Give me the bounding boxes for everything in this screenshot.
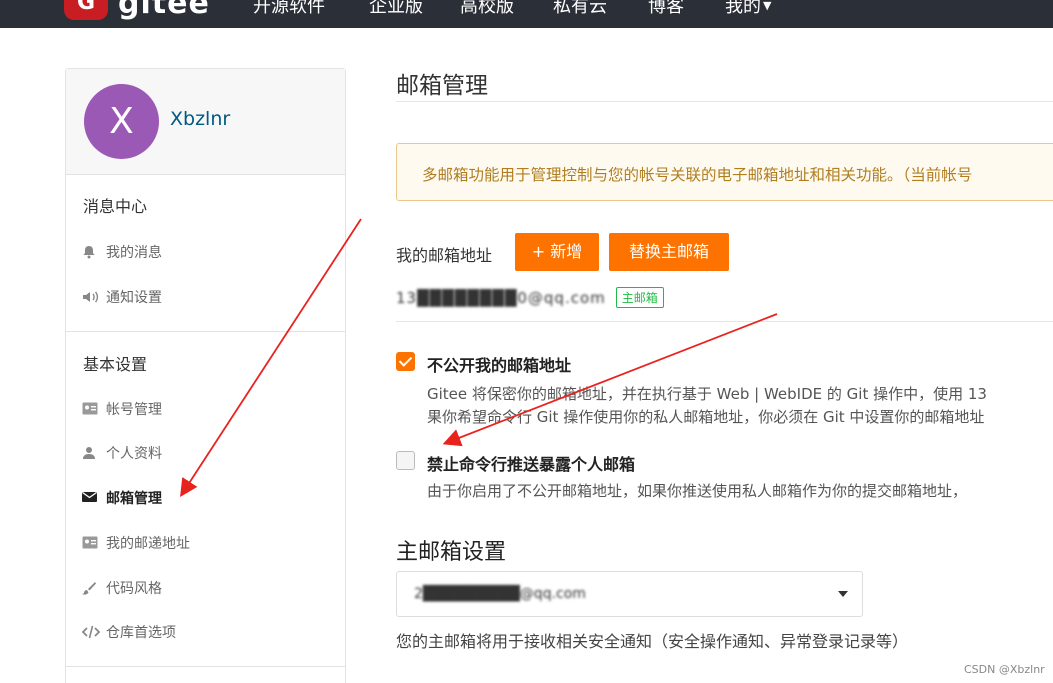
- sidebar-item-repo-preferences[interactable]: 仓库首选项: [81, 622, 176, 642]
- block-push-desc: 由于你启用了不公开邮箱地址，如果你推送使用私人邮箱作为你的提交邮箱地址，: [427, 482, 968, 500]
- group-title-messages: 消息中心: [83, 197, 148, 216]
- address-card-icon: [82, 536, 100, 550]
- sidebar-item-postal-address[interactable]: 我的邮递地址: [82, 533, 190, 553]
- code-icon: [81, 625, 101, 639]
- group-divider: [66, 666, 345, 667]
- username-link[interactable]: Xbzlnr: [170, 108, 230, 130]
- hide-email-desc-line1: Gitee 将保密你的邮箱地址，并在执行基于 Web | WebIDE 的 Gi…: [427, 385, 987, 403]
- title-divider: [396, 101, 1053, 102]
- sidebar-item-label: 通知设置: [106, 290, 162, 306]
- nav-item-mine[interactable]: 我的 ▼: [725, 0, 771, 18]
- sidebar-item-profile[interactable]: 个人资料: [82, 443, 162, 463]
- sidebar-item-my-messages[interactable]: 我的消息: [82, 242, 162, 262]
- nav-item-mine-label: 我的: [725, 0, 761, 17]
- group-title-basic-settings: 基本设置: [83, 355, 148, 374]
- id-card-icon: [82, 402, 100, 416]
- sidebar-item-email-management[interactable]: 邮箱管理: [82, 488, 162, 508]
- watermark: CSDN @Xbzlnr: [964, 663, 1045, 676]
- email-list-item: 13████████0@qq.com 主邮箱: [396, 287, 664, 308]
- top-navbar: G gitee 开源软件 企业版 高校版 私有云 博客 我的 ▼: [0, 0, 1053, 28]
- section-divider: [396, 321, 1053, 322]
- primary-email-select-value: 2█████████@qq.com: [414, 586, 586, 602]
- block-push-title: 禁止命令行推送暴露个人邮箱: [427, 455, 636, 474]
- my-email-label: 我的邮箱地址: [396, 246, 493, 265]
- avatar[interactable]: X: [84, 84, 159, 159]
- sidebar-item-label: 我的邮递地址: [106, 536, 190, 552]
- notice-text: 多邮箱功能用于管理控制与您的帐号关联的电子邮箱地址和相关功能。（当前帐号: [422, 166, 973, 184]
- sidebar-item-account[interactable]: 帐号管理: [82, 399, 162, 419]
- sidebar-item-notification-settings[interactable]: 通知设置: [82, 287, 162, 307]
- nav-item-opensource[interactable]: 开源软件: [253, 0, 325, 18]
- primary-email-section-title: 主邮箱设置: [396, 540, 507, 565]
- hide-email-desc-line2: 果你希望命令行 Git 操作使用你的私人邮箱地址，你必须在 Git 中设置你的邮…: [427, 408, 985, 426]
- email-address: 13████████0@qq.com: [396, 288, 606, 307]
- gitee-logo-icon[interactable]: G: [64, 0, 108, 20]
- bell-icon: [82, 245, 100, 259]
- envelope-icon: [82, 491, 100, 505]
- sidebar-item-label: 代码风格: [106, 581, 162, 597]
- sidebar-item-label: 邮箱管理: [106, 491, 162, 507]
- nav-item-education[interactable]: 高校版: [460, 0, 514, 18]
- chevron-down-icon: ▼: [763, 0, 772, 12]
- sidebar-item-label: 个人资料: [106, 446, 162, 462]
- primary-email-select[interactable]: 2█████████@qq.com: [396, 571, 863, 617]
- hide-email-checkbox[interactable]: [396, 352, 415, 371]
- group-divider: [66, 331, 345, 332]
- caret-down-icon: [838, 591, 848, 597]
- hide-email-title: 不公开我的邮箱地址: [427, 356, 572, 375]
- user-icon: [82, 446, 100, 460]
- switch-primary-email-button[interactable]: 替换主邮箱: [609, 233, 729, 271]
- sidebar-item-label: 帐号管理: [106, 402, 162, 418]
- block-push-checkbox[interactable]: [396, 451, 415, 470]
- primary-email-badge: 主邮箱: [615, 287, 664, 308]
- logo-letter: G: [77, 0, 96, 15]
- settings-sidebar: X Xbzlnr 消息中心 我的消息 通知设置 基本设置 帐号管理 个人资料 邮…: [65, 68, 346, 683]
- sidebar-item-code-style[interactable]: 代码风格: [82, 578, 162, 598]
- brush-icon: [82, 581, 100, 595]
- nav-item-enterprise[interactable]: 企业版: [369, 0, 423, 18]
- info-notice: 多邮箱功能用于管理控制与您的帐号关联的电子邮箱地址和相关功能。（当前帐号: [396, 143, 1053, 201]
- logo-text[interactable]: gitee: [118, 0, 210, 21]
- sidebar-item-label: 仓库首选项: [106, 625, 176, 641]
- primary-email-help: 您的主邮箱将用于接收相关安全通知（安全操作通知、异常登录记录等）: [396, 632, 909, 651]
- volume-icon: [82, 290, 100, 304]
- nav-item-private-cloud[interactable]: 私有云: [553, 0, 607, 18]
- add-email-button[interactable]: + 新增: [515, 233, 599, 271]
- nav-item-blog[interactable]: 博客: [648, 0, 684, 18]
- page-title: 邮箱管理: [396, 73, 488, 99]
- profile-card: X Xbzlnr: [66, 69, 345, 175]
- sidebar-item-label: 我的消息: [106, 245, 162, 261]
